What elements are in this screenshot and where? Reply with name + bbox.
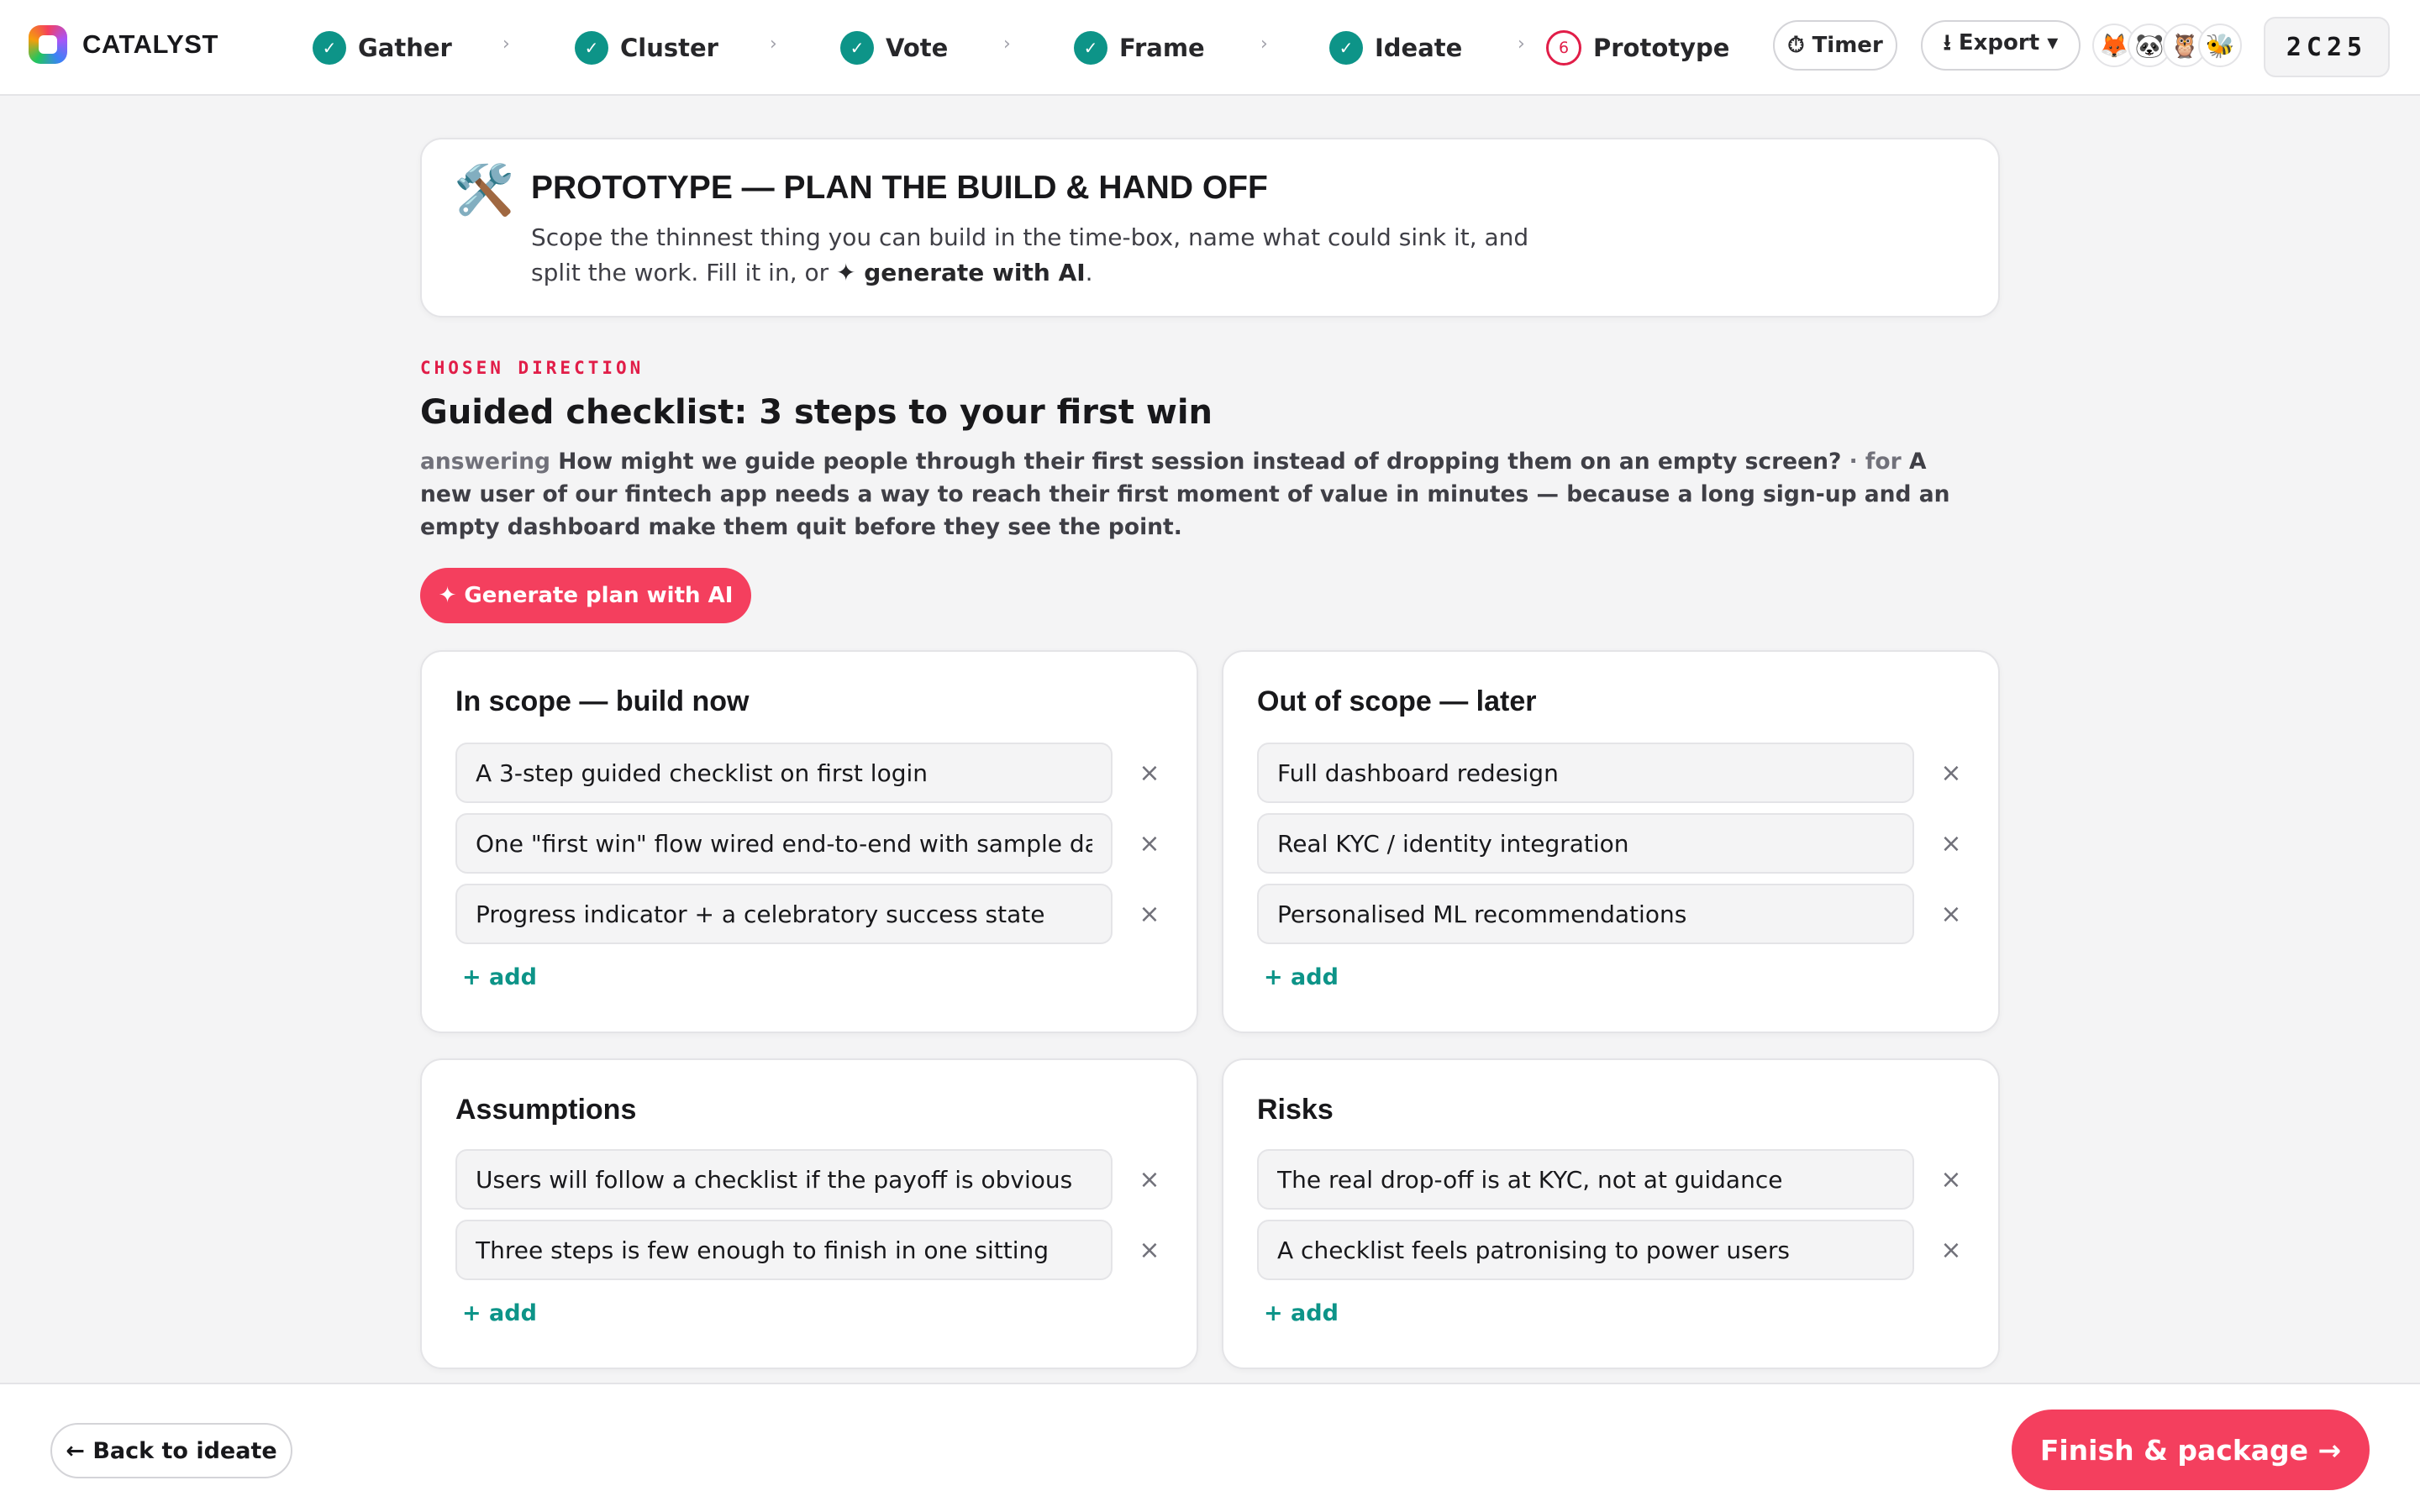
tools-icon: 🛠️	[454, 161, 515, 218]
catalyst-logo-icon	[29, 25, 67, 64]
room-code[interactable]: 2C25	[2264, 17, 2390, 77]
scope-item-input[interactable]: Progress indicator + a celebratory succe…	[455, 884, 1113, 944]
generate-ai-link[interactable]: ✦ generate with AI	[836, 259, 1086, 286]
phase-header-card: 🛠️ PROTOTYPE — PLAN THE BUILD & HAND OFF…	[420, 138, 2000, 318]
check-icon: ✓	[1074, 31, 1107, 65]
step-ideate[interactable]: ✓ Ideate	[1329, 30, 1462, 66]
close-icon[interactable]: ×	[1134, 758, 1165, 788]
chevron-right-icon: ›	[1260, 34, 1268, 55]
scope-item-input[interactable]: Full dashboard redesign	[1257, 743, 1914, 803]
close-icon[interactable]: ×	[1134, 1164, 1165, 1194]
close-icon[interactable]: ×	[1134, 899, 1165, 929]
direction-context: answering How might we guide people thro…	[420, 445, 1983, 543]
add-item-button[interactable]: + add	[462, 1300, 537, 1326]
brand[interactable]: CATALYST	[29, 25, 218, 64]
chevron-right-icon: ›	[770, 34, 777, 55]
card-title: In scope — build now	[455, 685, 750, 717]
step-number-badge: 6	[1546, 30, 1581, 66]
card-title: Assumptions	[455, 1094, 637, 1126]
risks-card: Risks The real drop-off is at KYC, not a…	[1222, 1058, 2000, 1369]
close-icon[interactable]: ×	[1134, 1235, 1165, 1265]
out-of-scope-card: Out of scope — later Full dashboard rede…	[1222, 650, 2000, 1033]
description-suffix: .	[1085, 259, 1093, 286]
close-icon[interactable]: ×	[1936, 1164, 1966, 1194]
step-label: Frame	[1119, 34, 1205, 62]
add-item-button[interactable]: + add	[462, 964, 537, 990]
step-gather[interactable]: ✓ Gather	[313, 30, 452, 66]
add-item-button[interactable]: + add	[1264, 964, 1339, 990]
step-label: Cluster	[620, 34, 718, 62]
step-frame[interactable]: ✓ Frame	[1074, 30, 1205, 66]
scope-item-input[interactable]: Personalised ML recommendations	[1257, 884, 1914, 944]
check-icon: ✓	[1329, 31, 1363, 65]
bottom-bar: ← Back to ideate Finish & package →	[0, 1383, 2420, 1512]
card-title: Out of scope — later	[1257, 685, 1537, 717]
for-label: · for	[1849, 449, 1902, 475]
step-prototype[interactable]: 6 Prototype	[1546, 30, 1729, 66]
step-label: Gather	[358, 34, 452, 62]
check-icon: ✓	[313, 31, 346, 65]
risk-item-input[interactable]: A checklist feels patronising to power u…	[1257, 1220, 1914, 1280]
direction-title: Guided checklist: 3 steps to your first …	[420, 393, 1213, 432]
chevron-right-icon: ›	[502, 34, 510, 55]
finish-button[interactable]: Finish & package →	[2012, 1410, 2370, 1490]
step-vote[interactable]: ✓ Vote	[840, 30, 948, 66]
step-label: Prototype	[1593, 34, 1730, 62]
participant-avatars: 🦊 🐼 🦉 🐝	[2092, 24, 2242, 67]
assumption-item-input[interactable]: Users will follow a checklist if the pay…	[455, 1149, 1113, 1210]
hmw-question: How might we guide people through their …	[558, 449, 1842, 475]
step-cluster[interactable]: ✓ Cluster	[575, 30, 718, 66]
scope-item-input[interactable]: A 3-step guided checklist on first login	[455, 743, 1113, 803]
add-item-button[interactable]: + add	[1264, 1300, 1339, 1326]
chevron-right-icon: ›	[1518, 34, 1525, 55]
back-button[interactable]: ← Back to ideate	[50, 1423, 292, 1478]
check-icon: ✓	[840, 31, 874, 65]
step-label: Ideate	[1375, 34, 1463, 62]
close-icon[interactable]: ×	[1134, 828, 1165, 858]
close-icon[interactable]: ×	[1936, 758, 1966, 788]
phase-title: PROTOTYPE — PLAN THE BUILD & HAND OFF	[531, 170, 1268, 206]
scope-item-input[interactable]: Real KYC / identity integration	[1257, 813, 1914, 874]
section-eyebrow: CHOSEN DIRECTION	[420, 358, 644, 378]
timer-button[interactable]: ⏱ Timer	[1773, 20, 1897, 71]
check-icon: ✓	[575, 31, 608, 65]
close-icon[interactable]: ×	[1936, 899, 1966, 929]
top-bar: CATALYST ✓ Gather › ✓ Cluster › ✓ Vote ›…	[0, 0, 2420, 96]
avatar[interactable]: 🐝	[2198, 24, 2242, 67]
chevron-right-icon: ›	[1003, 34, 1011, 55]
close-icon[interactable]: ×	[1936, 1235, 1966, 1265]
step-label: Vote	[886, 34, 949, 62]
phase-description: Scope the thinnest thing you can build i…	[531, 220, 1539, 291]
scope-item-input[interactable]: One "first win" flow wired end-to-end wi…	[455, 813, 1113, 874]
card-title: Risks	[1257, 1094, 1334, 1126]
app-name: CATALYST	[82, 29, 218, 59]
export-button[interactable]: ⭳ Export ▾	[1921, 20, 2081, 71]
generate-plan-button[interactable]: ✦ Generate plan with AI	[420, 568, 751, 623]
assumptions-card: Assumptions Users will follow a checklis…	[420, 1058, 1198, 1369]
answering-label: answering	[420, 449, 550, 475]
assumption-item-input[interactable]: Three steps is few enough to finish in o…	[455, 1220, 1113, 1280]
close-icon[interactable]: ×	[1936, 828, 1966, 858]
risk-item-input[interactable]: The real drop-off is at KYC, not at guid…	[1257, 1149, 1914, 1210]
in-scope-card: In scope — build now A 3-step guided che…	[420, 650, 1198, 1033]
